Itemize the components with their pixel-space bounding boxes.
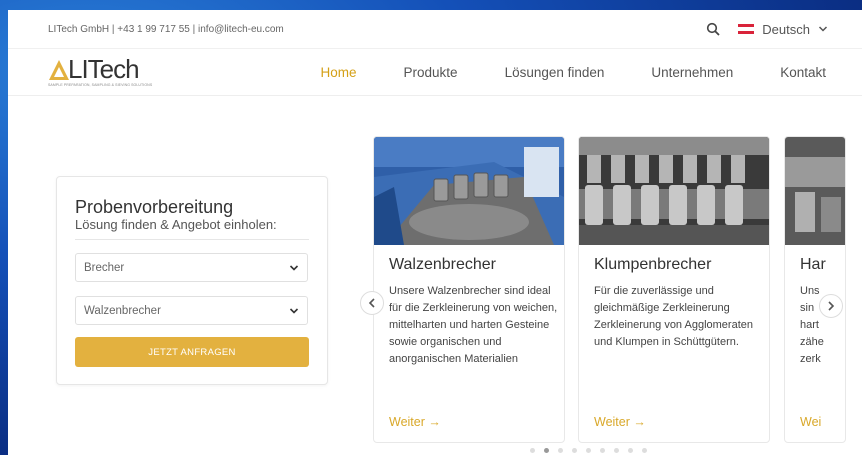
- partial-card-image: [785, 137, 845, 245]
- carousel-dot[interactable]: [544, 448, 549, 453]
- carousel-dot[interactable]: [558, 448, 563, 453]
- carousel-prev-button[interactable]: [360, 291, 384, 315]
- top-bar: LITech GmbH | +43 1 99 717 55 | info@lit…: [8, 10, 862, 49]
- nav-home[interactable]: Home: [321, 65, 357, 80]
- carousel-dot[interactable]: [572, 448, 577, 453]
- card-description-line: zerk: [800, 353, 821, 365]
- divider: [75, 239, 309, 240]
- card-title: Klumpenbrecher: [594, 256, 712, 273]
- browser-page: LITech GmbH | +43 1 99 717 55 | info@lit…: [8, 10, 862, 455]
- logo-tagline: SAMPLE PREPARATION, SAMPLING & SIEVING S…: [48, 83, 153, 87]
- contact-info: LITech GmbH | +43 1 99 717 55 | info@lit…: [48, 23, 284, 35]
- card-more-link[interactable]: Weiter →: [389, 415, 441, 429]
- card-title: Har: [800, 256, 826, 273]
- search-icon[interactable]: [706, 22, 720, 36]
- carousel-dot[interactable]: [642, 448, 647, 453]
- nav-kontakt[interactable]: Kontakt: [780, 65, 826, 80]
- austria-flag-icon: [738, 24, 755, 34]
- nav-loesungen-finden[interactable]: Lösungen finden: [505, 65, 605, 80]
- carousel-dot[interactable]: [530, 448, 535, 453]
- carousel-dot[interactable]: [628, 448, 633, 453]
- card-more-link[interactable]: Weiter →: [594, 415, 646, 429]
- product-card-klumpenbrecher[interactable]: Klumpenbrecher Für die zuverlässige und …: [578, 136, 770, 443]
- product-select-value: Walzenbrecher: [84, 304, 161, 317]
- language-selector[interactable]: Deutsch: [738, 22, 828, 37]
- nav-menu: Home Produkte Lösungen finden Unternehme…: [321, 65, 827, 80]
- card-title: Walzenbrecher: [389, 256, 497, 273]
- category-select[interactable]: Brecher: [75, 253, 308, 282]
- logo[interactable]: LITech SAMPLE PREPARATION, SAMPLING & SI…: [48, 54, 153, 87]
- walzenbrecher-image: [374, 137, 564, 245]
- carousel-next-button[interactable]: [819, 294, 843, 318]
- chevron-down-icon: [818, 26, 828, 32]
- chevron-down-icon: [289, 307, 299, 314]
- carousel-dot[interactable]: [586, 448, 591, 453]
- card-description: Unsere Walzenbrecher sind ideal für die …: [389, 285, 558, 365]
- form-title: Probenvorbereitung: [75, 197, 234, 217]
- card-description-line: hart: [800, 319, 819, 331]
- nav-produkte[interactable]: Produkte: [404, 65, 458, 80]
- card-description: Für die zuverlässige und gleichmäßige Ze…: [594, 285, 753, 348]
- chevron-left-icon: [368, 298, 375, 308]
- klumpenbrecher-image: [579, 137, 769, 245]
- card-more-link[interactable]: Wei: [800, 415, 821, 429]
- request-now-button[interactable]: JETZT ANFRAGEN: [75, 337, 309, 367]
- chevron-right-icon: [828, 301, 835, 311]
- main-navbar: LITech SAMPLE PREPARATION, SAMPLING & SI…: [8, 49, 862, 96]
- carousel-dot[interactable]: [614, 448, 619, 453]
- carousel-dot[interactable]: [600, 448, 605, 453]
- form-subtitle: Lösung finden & Angebot einholen:: [75, 217, 277, 232]
- nav-unternehmen[interactable]: Unternehmen: [651, 65, 733, 80]
- category-select-value: Brecher: [84, 261, 125, 274]
- logo-triangle-icon: [49, 60, 69, 80]
- card-description-line: zähe: [800, 336, 824, 348]
- logo-text: LITech: [68, 54, 140, 84]
- product-card-walzenbrecher[interactable]: Walzenbrecher Unsere Walzenbrecher sind …: [373, 136, 565, 443]
- product-select[interactable]: Walzenbrecher: [75, 296, 308, 325]
- chevron-down-icon: [289, 264, 299, 271]
- quote-form-card: Probenvorbereitung Lösung finden & Angeb…: [56, 176, 328, 385]
- top-bar-actions: Deutsch: [706, 22, 828, 37]
- language-label: Deutsch: [762, 21, 810, 37]
- carousel-dots: [530, 448, 647, 453]
- product-card-partial[interactable]: Har Uns sin hart zähe zerk Wei: [784, 136, 846, 443]
